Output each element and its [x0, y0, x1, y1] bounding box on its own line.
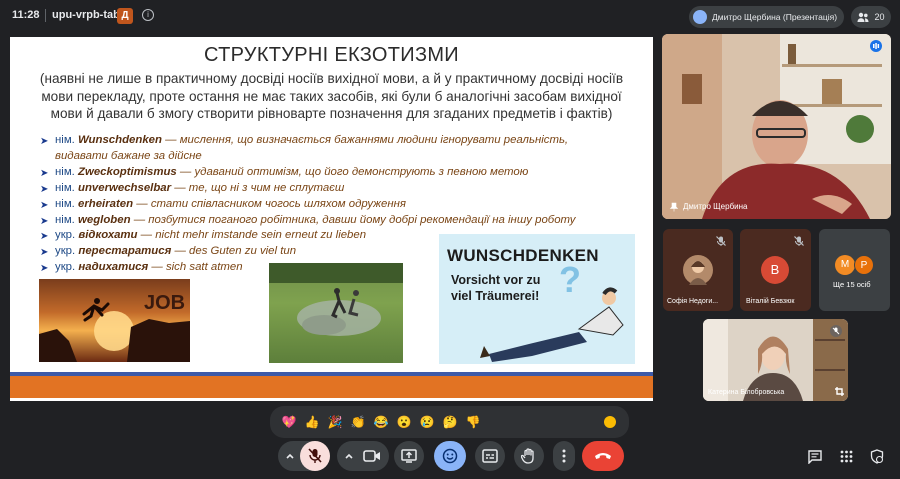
- video-tile-kateryna[interactable]: Катерина Білобровська: [703, 319, 848, 401]
- reaction-party[interactable]: 🎉: [327, 414, 343, 430]
- skin-tone-icon[interactable]: [604, 416, 616, 428]
- chevron-up-icon[interactable]: [343, 450, 355, 462]
- list-item: ➤ нім. erheiraten — стати співласником чо…: [40, 197, 406, 211]
- pin-icon: [669, 202, 679, 212]
- list-item: ➤ нім. wegloben — позбутися поганого робі…: [40, 213, 576, 227]
- avatar: P: [854, 255, 874, 275]
- people-icon: [857, 12, 869, 22]
- svg-text:?: ?: [559, 259, 581, 300]
- clock: 11:28: [12, 9, 40, 21]
- presenter-label: Дмитро Щербина (Презентація): [712, 12, 838, 22]
- reactions-bar: 💖 👍 🎉 👏 😂 😮 😢 🤔 👎: [270, 406, 629, 438]
- job-jump-image: JOB: [39, 279, 190, 362]
- activities-icon[interactable]: [840, 450, 853, 463]
- more-options-button[interactable]: [553, 441, 575, 471]
- host-controls-icon[interactable]: [870, 449, 884, 464]
- divider: [45, 9, 46, 22]
- chevron-up-icon[interactable]: [284, 450, 296, 462]
- camera-icon[interactable]: [363, 448, 381, 464]
- top-bar: 11:28 upu-vrpb-tab Д i Дмитро Щербина (П…: [0, 0, 900, 32]
- control-bar: [0, 441, 900, 479]
- more-participants-tile[interactable]: M P Ще 15 осіб: [819, 229, 890, 311]
- video-tile-sofia[interactable]: Софія Недоги...: [663, 229, 733, 311]
- slide-title: СТРУКТУРНІ ЕКЗОТИЗМИ: [204, 44, 459, 66]
- wunschdenken-illustration: WUNSCHDENKEN Vorsicht vor zu viel Träume…: [439, 234, 635, 364]
- avatar: M: [835, 255, 855, 275]
- participant-name: Софія Недоги...: [667, 298, 719, 305]
- video-tile-vitaliy[interactable]: В Віталій Бевзюк: [740, 229, 811, 311]
- mic-button[interactable]: [300, 441, 330, 471]
- speaking-indicator-icon: [870, 40, 882, 52]
- video-tile-main-speaker[interactable]: Дмитро Щербина: [662, 34, 891, 219]
- participant-name: Катерина Білобровська: [708, 389, 785, 396]
- presentation-slide: СТРУКТУРНІ ЕКЗОТИЗМИ (наявні не лише в п…: [10, 37, 653, 401]
- participant-name: Дмитро Щербина: [683, 202, 748, 211]
- raise-hand-button[interactable]: [514, 441, 544, 471]
- chat-icon[interactable]: [808, 450, 822, 464]
- participants-button[interactable]: 20: [851, 6, 891, 28]
- reaction-thumbs-up[interactable]: 👍: [304, 414, 320, 430]
- slide-footer-bar: [10, 376, 653, 398]
- present-screen-icon: [401, 449, 417, 463]
- host-badge: Д: [117, 8, 133, 24]
- camera-group: [337, 441, 389, 471]
- mic-off-icon: [716, 236, 726, 246]
- list-item-cont: видавати бажане за дійсне: [55, 149, 202, 162]
- reaction-surprised[interactable]: 😮: [396, 414, 412, 430]
- captions-button[interactable]: [475, 441, 505, 471]
- reaction-thumbs-down[interactable]: 👎: [465, 414, 481, 430]
- list-item: ➤ нім. unverwechselbar — те, що ні з чим …: [40, 181, 345, 195]
- reaction-clap[interactable]: 👏: [350, 414, 366, 430]
- mic-off-icon: [830, 325, 842, 337]
- speaker-video: [662, 34, 891, 219]
- reaction-laugh[interactable]: 😂: [373, 414, 389, 430]
- end-call-icon: [595, 453, 611, 459]
- avatar: [683, 255, 713, 285]
- meeting-code: upu-vrpb-tab: [52, 9, 120, 21]
- present-button[interactable]: [394, 441, 424, 471]
- leave-call-button[interactable]: [582, 441, 624, 471]
- info-icon[interactable]: i: [142, 9, 154, 21]
- hand-icon: [521, 448, 534, 464]
- mic-group: [278, 441, 330, 471]
- reaction-heart[interactable]: 💖: [281, 414, 297, 430]
- reaction-thinking[interactable]: 🤔: [442, 414, 458, 430]
- more-vert-icon: [562, 449, 566, 463]
- reactions-button[interactable]: [434, 441, 466, 471]
- avatar: В: [761, 256, 789, 284]
- job-text: JOB: [144, 292, 185, 314]
- list-item: ➤ нім. Zweckoptimismus — удаваний оптиміз…: [40, 165, 529, 179]
- reaction-sad[interactable]: 😢: [419, 414, 435, 430]
- mic-off-icon: [794, 236, 804, 246]
- slide-subtitle: (наявні не лише в практичному досвіді но…: [39, 71, 624, 121]
- list-item: ➤ нім. Wunschdenken — мислення, що визнач…: [40, 134, 569, 147]
- emoji-icon: [442, 448, 458, 464]
- mic-off-icon: [308, 448, 322, 463]
- frame-icon[interactable]: [834, 386, 845, 397]
- field-photo: [269, 263, 403, 363]
- more-participants-label: Ще 15 осіб: [833, 280, 871, 289]
- participant-name: Віталій Бевзюк: [746, 298, 795, 305]
- participant-count: 20: [874, 12, 885, 22]
- presenter-avatar: [693, 10, 707, 24]
- captions-icon: [482, 449, 498, 463]
- presenter-chip[interactable]: Дмитро Щербина (Презентація): [689, 6, 844, 28]
